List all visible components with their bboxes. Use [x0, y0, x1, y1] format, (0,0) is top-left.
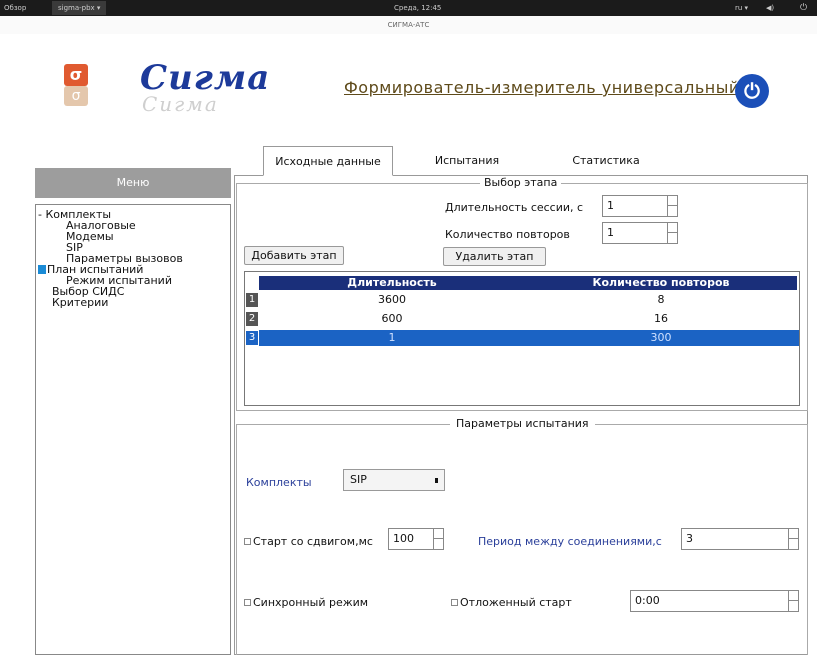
period-spinbox[interactable]: 3 — [681, 528, 799, 550]
delayed-start-timeedit[interactable]: 0:00 — [630, 590, 799, 612]
table-header: Длительность Количество повторов — [259, 276, 797, 290]
repeats-value: 1 — [607, 226, 614, 239]
repeats-spinbox[interactable]: 1 — [602, 222, 678, 244]
cell-duration: 600 — [381, 312, 403, 325]
checkbox-icon[interactable] — [244, 599, 251, 606]
system-top-bar: Обзор sigma-pbx ▾ Среда, 12:45 ru ▾ ◀) ⏻ — [0, 0, 817, 16]
tab-bar: Исходные данные Испытания Статистика — [236, 140, 806, 176]
logo-glyph: σ — [64, 64, 88, 86]
kits-value: SIP — [350, 473, 367, 486]
kits-label: Комплекты — [246, 476, 312, 489]
test-params-title: Параметры испытания — [450, 417, 595, 430]
selected-marker — [38, 265, 46, 274]
stage-group-title: Выбор этапа — [480, 176, 562, 189]
cell-duration: 1 — [388, 331, 396, 344]
cell-repeats: 8 — [657, 293, 665, 306]
activities-button[interactable]: Обзор — [4, 4, 26, 12]
table-row-selected[interactable]: 3 1 300 — [245, 330, 799, 346]
shift-start-label: Старт со сдвигом,мс — [253, 535, 373, 548]
session-duration-spinbox[interactable]: 1 — [602, 195, 678, 217]
spin-arrows-icon[interactable] — [433, 529, 443, 549]
checkbox-icon[interactable] — [244, 538, 251, 545]
language-indicator[interactable]: ru ▾ — [735, 4, 748, 12]
column-duration[interactable]: Длительность — [259, 276, 525, 290]
row-index: 1 — [246, 293, 258, 307]
logo-glyph-reflection: σ — [64, 86, 88, 106]
spin-arrows-icon[interactable] — [788, 529, 798, 549]
menu-tree: - Комплекты Аналоговые Модемы SIP Параме… — [35, 204, 231, 655]
clock[interactable]: Среда, 12:45 — [394, 4, 441, 12]
sync-mode-checkbox[interactable]: Синхронный режим — [244, 596, 368, 609]
row-index: 3 — [246, 331, 258, 345]
system-power-icon[interactable]: ⏻ — [800, 3, 807, 13]
repeats-label: Количество повторов — [445, 228, 570, 241]
menu-header: Меню — [35, 168, 231, 198]
app-subtitle: Формирователь-измеритель универсальный — [344, 78, 740, 97]
column-repeats[interactable]: Количество повторов — [525, 276, 797, 290]
stages-table[interactable]: Длительность Количество повторов 1 3600 … — [244, 271, 800, 406]
dropdown-icon — [435, 478, 438, 483]
shift-spinbox[interactable]: 100 — [388, 528, 444, 550]
delayed-start-label: Отложенный старт — [460, 596, 572, 609]
spin-arrows-icon[interactable] — [667, 196, 677, 216]
cell-repeats: 300 — [650, 331, 672, 344]
tree-item-criteria[interactable]: Критерии — [36, 297, 230, 308]
tab-tests[interactable]: Испытания — [432, 146, 502, 176]
table-row[interactable]: 2 600 16 — [245, 311, 799, 327]
row-index: 2 — [246, 312, 258, 326]
session-duration-value: 1 — [607, 199, 614, 212]
logo-text-reflection: Сигма — [142, 92, 219, 116]
tab-source-data[interactable]: Исходные данные — [263, 146, 393, 176]
sync-mode-label: Синхронный режим — [253, 596, 369, 609]
table-row[interactable]: 1 3600 8 — [245, 292, 799, 308]
cell-duration: 3600 — [378, 293, 406, 306]
kits-combobox[interactable]: SIP — [343, 469, 445, 491]
app-menu[interactable]: sigma-pbx ▾ — [52, 1, 107, 15]
sigma-logo-icon: σ σ — [64, 64, 88, 108]
period-value: 3 — [686, 532, 693, 545]
spin-arrows-icon[interactable] — [788, 591, 798, 611]
tab-statistics[interactable]: Статистика — [566, 146, 646, 176]
checkbox-icon[interactable] — [451, 599, 458, 606]
add-stage-button[interactable]: Добавить этап — [244, 246, 344, 265]
volume-icon[interactable]: ◀) — [766, 4, 774, 12]
period-label: Период между соединениями,с — [478, 535, 662, 548]
session-duration-label: Длительность сессии, с — [445, 201, 584, 214]
cell-repeats: 16 — [654, 312, 668, 325]
delayed-start-value: 0:00 — [635, 594, 660, 607]
shift-start-checkbox[interactable]: Старт со сдвигом,мс — [244, 535, 373, 548]
spin-arrows-icon[interactable] — [667, 223, 677, 243]
delete-stage-button[interactable]: Удалить этап — [443, 247, 546, 266]
delayed-start-checkbox[interactable]: Отложенный старт — [451, 596, 572, 609]
window-title: СИГМА-АТС — [0, 16, 817, 34]
shift-value: 100 — [393, 532, 414, 545]
power-button[interactable]: ⏻ — [735, 74, 769, 108]
